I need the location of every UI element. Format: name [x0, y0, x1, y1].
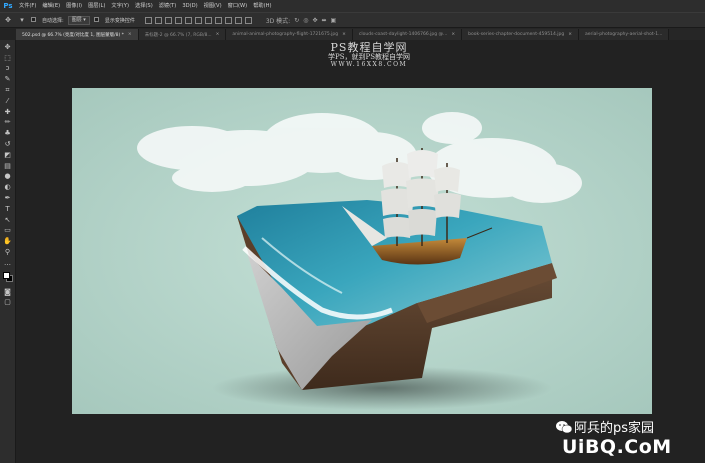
tab-502-psd[interactable]: 502.psd @ 66.7% (亮度/对比度 1, 图层蒙版/8) * ×	[16, 29, 139, 40]
photoshop-window: Ps 文件(F) 编辑(E) 图像(I) 图层(L) 文字(Y) 选择(S) 滤…	[0, 0, 705, 463]
healing-icon[interactable]: ✚	[2, 107, 14, 118]
author-watermark: 阿兵的ps家园 UiBQ.CoM	[556, 418, 705, 463]
shape-icon[interactable]: ▭	[2, 226, 14, 237]
menu-help[interactable]: 帮助(H)	[250, 0, 274, 12]
move-tool-preset-icon[interactable]: ✥	[3, 15, 13, 25]
close-icon[interactable]: ×	[342, 32, 346, 37]
tab-label: 未标题-2 @ 66.7% (7, RGB/8...	[144, 32, 212, 38]
hand-icon[interactable]: ✋	[2, 236, 14, 247]
close-icon[interactable]: ×	[128, 32, 132, 37]
site-watermark: PS教程自学网 学PS，就到PS教程自学网 WWW.16XX8.COM	[304, 41, 434, 68]
align-hcenter-icon[interactable]	[184, 16, 192, 24]
eyedropper-icon[interactable]: ⁄	[2, 96, 14, 107]
3d-scale-icon[interactable]: ▣	[331, 17, 337, 24]
menu-bar: Ps 文件(F) 编辑(E) 图像(I) 图层(L) 文字(Y) 选择(S) 滤…	[0, 0, 705, 12]
3d-mode-label: 3D 模式:	[265, 17, 291, 25]
align-bottom-icon[interactable]	[164, 16, 172, 24]
author-name: 阿兵的ps家园	[574, 421, 655, 436]
document-canvas[interactable]	[72, 88, 652, 414]
zoom-icon[interactable]: ⚲	[2, 247, 14, 258]
tab-untitled-2[interactable]: 未标题-2 @ 66.7% (7, RGB/8... ×	[138, 29, 227, 40]
brush-icon[interactable]: ✏	[2, 118, 14, 129]
align-right-icon[interactable]	[194, 16, 202, 24]
distribute-bottom-icon[interactable]	[224, 16, 232, 24]
menu-select[interactable]: 选择(S)	[132, 0, 156, 12]
distribute-vcenter-icon[interactable]	[214, 16, 222, 24]
menu-image[interactable]: 图像(I)	[63, 0, 85, 12]
tab-label: 502.psd @ 66.7% (亮度/对比度 1, 图层蒙版/8) *	[22, 32, 124, 38]
align-vcenter-icon[interactable]	[154, 16, 162, 24]
menu-edit[interactable]: 编辑(E)	[39, 0, 63, 12]
distribute-left-icon[interactable]	[234, 16, 242, 24]
document-tab-bar: 502.psd @ 66.7% (亮度/对比度 1, 图层蒙版/8) * × 未标…	[16, 28, 705, 40]
crop-icon[interactable]: ⌗	[2, 85, 14, 96]
3d-roll-icon[interactable]: ◎	[303, 17, 308, 24]
align-buttons	[144, 16, 252, 24]
path-select-icon[interactable]: ↖	[2, 215, 14, 226]
color-swatches[interactable]	[2, 271, 14, 285]
tools-panel: ✥ ⬚ ↄ ✎ ⌗ ⁄ ✚ ✏ ♣ ↺ ◩ ▤ ● ◐ ✒ T ↖ ▭ ✋ ⚲ …	[0, 40, 16, 463]
close-icon[interactable]: ×	[451, 32, 455, 37]
dodge-icon[interactable]: ◐	[2, 182, 14, 193]
auto-select-label: 自动选择:	[42, 17, 64, 24]
tab-animal-photo[interactable]: animal-animal-photography-flight-1721675…	[226, 29, 353, 40]
3d-mode-controls: 3D 模式: ↻ ◎ ✥ ⬌ ▣	[266, 16, 336, 25]
tab-book-photo[interactable]: book-series-chapter-document-459514.jpg ×	[462, 29, 579, 40]
3d-slide-icon[interactable]: ⬌	[322, 17, 327, 24]
show-transform-label: 显示变换控件	[104, 17, 135, 24]
tab-aerial-photo[interactable]: aerial-photography-aerial-shot-1...	[579, 29, 670, 40]
blur-icon[interactable]: ●	[2, 172, 14, 183]
eraser-icon[interactable]: ◩	[2, 150, 14, 161]
menu-file[interactable]: 文件(F)	[16, 0, 39, 12]
canvas-workspace[interactable]: PS教程自学网 学PS，就到PS教程自学网 WWW.16XX8.COM 阿兵的p…	[16, 40, 705, 463]
chevron-down-icon[interactable]: ▾	[17, 15, 27, 25]
menu-filter[interactable]: 滤镜(T)	[156, 0, 180, 12]
marquee-icon[interactable]: ⬚	[2, 53, 14, 64]
3d-rotate-icon[interactable]: ↻	[294, 17, 299, 24]
3d-drag-icon[interactable]: ✥	[312, 17, 317, 24]
distribute-top-icon[interactable]	[204, 16, 212, 24]
lasso-icon[interactable]: ↄ	[2, 64, 14, 75]
show-transform-checkbox[interactable]	[93, 17, 101, 23]
tab-label: aerial-photography-aerial-shot-1...	[585, 32, 663, 37]
stamp-icon[interactable]: ♣	[2, 128, 14, 139]
screen-mode-icon[interactable]: ▢	[2, 298, 14, 309]
tab-label: animal-animal-photography-flight-1721675…	[232, 32, 339, 37]
distribute-right-icon[interactable]	[244, 16, 252, 24]
tab-label: book-series-chapter-document-459514.jpg	[468, 32, 565, 37]
menu-layer[interactable]: 图层(L)	[85, 0, 108, 12]
watermark-url: WWW.16XX8.COM	[330, 60, 408, 68]
quick-select-icon[interactable]: ✎	[2, 74, 14, 85]
more-icon[interactable]: …	[2, 258, 14, 269]
ps-logo-icon: Ps	[0, 0, 16, 12]
auto-select-value: 图层	[71, 16, 82, 23]
foreground-color-swatch[interactable]	[2, 271, 10, 279]
options-bar: ✥ ▾ 自动选择: 图层 ▾ 显示变换控件 3D 模式: ↻ ◎ ✥ ⬌ ▣	[0, 12, 705, 28]
tab-clouds-photo[interactable]: clouds-coast-daylight-1406766.jpg @... ×	[352, 29, 463, 40]
menu-3d[interactable]: 3D(D)	[179, 0, 200, 12]
move-icon[interactable]: ✥	[2, 42, 14, 53]
auto-select-checkbox[interactable]	[31, 17, 38, 23]
close-icon[interactable]: ×	[216, 32, 220, 37]
history-brush-icon[interactable]: ↺	[2, 139, 14, 150]
type-icon[interactable]: T	[2, 204, 14, 215]
auto-select-dropdown[interactable]: 图层 ▾	[67, 15, 90, 25]
menu-type[interactable]: 文字(Y)	[108, 0, 132, 12]
wechat-icon	[556, 421, 572, 434]
canvas-artwork	[72, 88, 652, 414]
close-icon[interactable]: ×	[568, 32, 572, 37]
tab-label: clouds-coast-daylight-1406766.jpg @...	[358, 32, 448, 37]
pen-icon[interactable]: ✒	[2, 193, 14, 204]
site-name: UiBQ.CoM	[562, 436, 672, 458]
align-top-icon[interactable]	[144, 16, 152, 24]
menu-window[interactable]: 窗口(W)	[225, 0, 251, 12]
menu-view[interactable]: 视图(V)	[201, 0, 225, 12]
align-left-icon[interactable]	[174, 16, 182, 24]
quick-mask-icon[interactable]: ◙	[2, 287, 14, 298]
gradient-icon[interactable]: ▤	[2, 161, 14, 172]
